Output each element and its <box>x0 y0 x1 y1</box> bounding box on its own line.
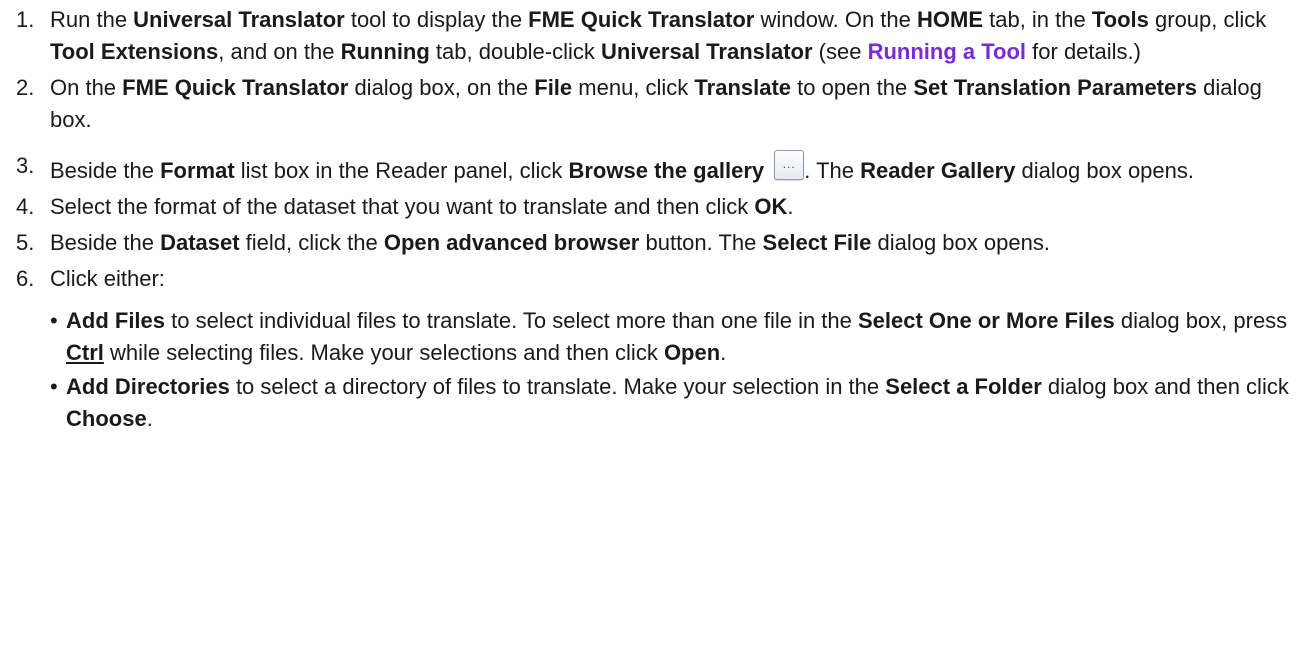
text-run: to select individual files to translate.… <box>165 308 858 333</box>
ellipsis-icon: ... <box>782 157 796 171</box>
text-run <box>764 158 770 183</box>
ui-term: OK <box>754 194 788 219</box>
ui-term: Universal Translator <box>133 7 345 32</box>
text-run: menu, click <box>572 75 695 100</box>
sub-option-item: • Add Files to select individual files to… <box>50 305 1289 369</box>
text-run: . <box>787 194 794 219</box>
browse-gallery-button[interactable]: ... <box>774 150 805 180</box>
text-run: tab, in the <box>983 7 1092 32</box>
text-run: dialog box, on the <box>348 75 535 100</box>
ui-term: Set Translation Parameters <box>913 75 1198 100</box>
step-number: 1. <box>16 7 35 32</box>
text-run: group, click <box>1148 7 1267 32</box>
sub-option-text: Add Files to select individual files to … <box>66 308 1287 365</box>
sub-option-text: Add Directories to select a directory of… <box>66 374 1289 431</box>
ui-term: Running <box>340 39 430 64</box>
ui-term: Select File <box>762 230 872 255</box>
ui-term: FME Quick Translator <box>528 7 755 32</box>
ui-term: Open <box>663 340 721 365</box>
text-run: dialog box opens. <box>871 230 1050 255</box>
text-run: while selecting files. Make your selecti… <box>103 340 664 365</box>
text-run: (see <box>812 39 868 64</box>
ui-term: Reader Gallery <box>860 158 1016 183</box>
text-run: . <box>720 340 727 365</box>
text-run: field, click the <box>239 230 384 255</box>
step-number: 4. <box>16 194 35 219</box>
text-run: Select the format of the dataset that yo… <box>50 194 755 219</box>
keyboard-key: Ctrl <box>66 340 104 365</box>
procedure-steps: 1. Run the Universal Translator tool to d… <box>8 4 1289 435</box>
ui-term: Universal Translator <box>601 39 813 64</box>
ui-term: Browse the gallery <box>568 158 765 183</box>
step-number: 3. <box>16 153 35 178</box>
text-run: for details.) <box>1026 39 1141 64</box>
ui-term: Dataset <box>160 230 240 255</box>
text-run: Run the <box>50 7 134 32</box>
text-run: list box in the Reader panel, click <box>234 158 569 183</box>
ui-term: Tools <box>1091 7 1149 32</box>
step-item: 3. Beside the Format list box in the Read… <box>8 150 1289 187</box>
ui-term: Choose <box>66 406 147 431</box>
text-run: Click either: <box>50 266 165 291</box>
text-run: Beside the <box>50 158 161 183</box>
text-run: dialog box and then click <box>1041 374 1289 399</box>
bullet-icon: • <box>50 308 58 333</box>
step-item: 2. On the FME Quick Translator dialog box… <box>8 72 1289 136</box>
step-text: Beside the Dataset field, click the Open… <box>50 230 1050 255</box>
bullet-icon: • <box>50 374 58 399</box>
running-a-tool-link[interactable]: Running a Tool <box>868 39 1026 64</box>
ui-term: FME Quick Translator <box>122 75 349 100</box>
step-item: 1. Run the Universal Translator tool to d… <box>8 4 1289 68</box>
text-run: . <box>146 406 153 431</box>
ui-term: HOME <box>917 7 983 32</box>
ui-term: Format <box>160 158 235 183</box>
ui-term: Add Directories <box>66 374 230 399</box>
help-page: 1. Run the Universal Translator tool to d… <box>0 0 1297 654</box>
text-run: , and on the <box>218 39 341 64</box>
ui-term: Open advanced browser <box>383 230 640 255</box>
step-text: Beside the Format list box in the Reader… <box>50 150 1194 183</box>
text-run: tool to display the <box>344 7 529 32</box>
text-run: button. The <box>639 230 763 255</box>
text-run: dialog box, press <box>1114 308 1288 333</box>
step-item: 5. Beside the Dataset field, click the Op… <box>8 227 1289 259</box>
step-number: 6. <box>16 266 35 291</box>
step-text: Run the Universal Translator tool to dis… <box>50 7 1266 64</box>
text-run: . The <box>804 158 861 183</box>
step-text: Click either: <box>50 266 165 291</box>
ui-term: Add Files <box>66 308 166 333</box>
ui-term: Tool Extensions <box>50 39 219 64</box>
ui-term: Select a Folder <box>885 374 1042 399</box>
sub-option-item: • Add Directories to select a directory o… <box>50 371 1289 435</box>
ui-term: Translate <box>694 75 792 100</box>
text-run: tab, double-click <box>429 39 602 64</box>
text-run: dialog box opens. <box>1015 158 1194 183</box>
ui-term: File <box>534 75 573 100</box>
step-number: 2. <box>16 75 35 100</box>
sub-options: • Add Files to select individual files to… <box>50 305 1289 435</box>
text-run: window. On the <box>754 7 917 32</box>
text-run: to open the <box>791 75 914 100</box>
ui-term: Select One or More Files <box>858 308 1115 333</box>
step-item: 6. Click either: • Add Files to select indi… <box>8 263 1289 435</box>
step-item: 4. Select the format of the dataset that … <box>8 191 1289 223</box>
step-text: On the FME Quick Translator dialog box, … <box>50 75 1262 132</box>
step-number: 5. <box>16 230 35 255</box>
text-run: to select a directory of files to transl… <box>229 374 886 399</box>
step-text: Select the format of the dataset that yo… <box>50 194 794 219</box>
text-run: Beside the <box>50 230 161 255</box>
text-run: On the <box>50 75 123 100</box>
